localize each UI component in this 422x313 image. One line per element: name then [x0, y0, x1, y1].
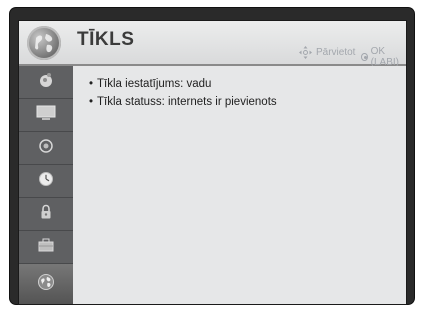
- audio-icon: [38, 138, 54, 159]
- hint-move: Pārvietot: [299, 46, 355, 59]
- network-setting-line: Tīkla iestatījums: vadu: [89, 78, 211, 90]
- page-title: TĪKLS: [77, 29, 135, 50]
- lock-icon: [39, 204, 53, 225]
- sidebar-item-lock[interactable]: [19, 198, 73, 231]
- ok-button-icon: [361, 53, 368, 61]
- monitor-icon: [36, 105, 56, 126]
- toolbox-icon: [37, 237, 55, 258]
- hint-ok-label: OK (LABI): [370, 46, 399, 68]
- network-status-line: Tīkla statuss: internets ir pievienots: [89, 96, 277, 108]
- sidebar-item-options[interactable]: [19, 231, 73, 264]
- network-globe-icon: [37, 273, 55, 296]
- picture-icon: [37, 71, 55, 94]
- hint-ok: OK (LABI): [361, 46, 406, 68]
- hint-move-label: Pārvietot: [316, 47, 356, 58]
- navigation-arrows-icon: [299, 46, 312, 59]
- sidebar-item-time[interactable]: [19, 165, 73, 198]
- sidebar-item-audio[interactable]: [19, 132, 73, 165]
- sidebar-item-monitor[interactable]: [19, 99, 73, 132]
- sidebar-item-network[interactable]: [19, 264, 73, 304]
- header-bar: TĪKLS Pārvietot OK (LABI): [19, 21, 406, 68]
- settings-screen: TĪKLS Pārvietot OK (LABI) • Tīkla iestat…: [18, 20, 407, 305]
- settings-sidebar: [19, 66, 73, 304]
- clock-icon: [38, 171, 54, 192]
- network-globe-icon: [27, 26, 61, 60]
- sidebar-item-picture[interactable]: [19, 66, 73, 99]
- network-info-panel: Tīkla iestatījums: vadu Tīkla statuss: i…: [73, 66, 406, 304]
